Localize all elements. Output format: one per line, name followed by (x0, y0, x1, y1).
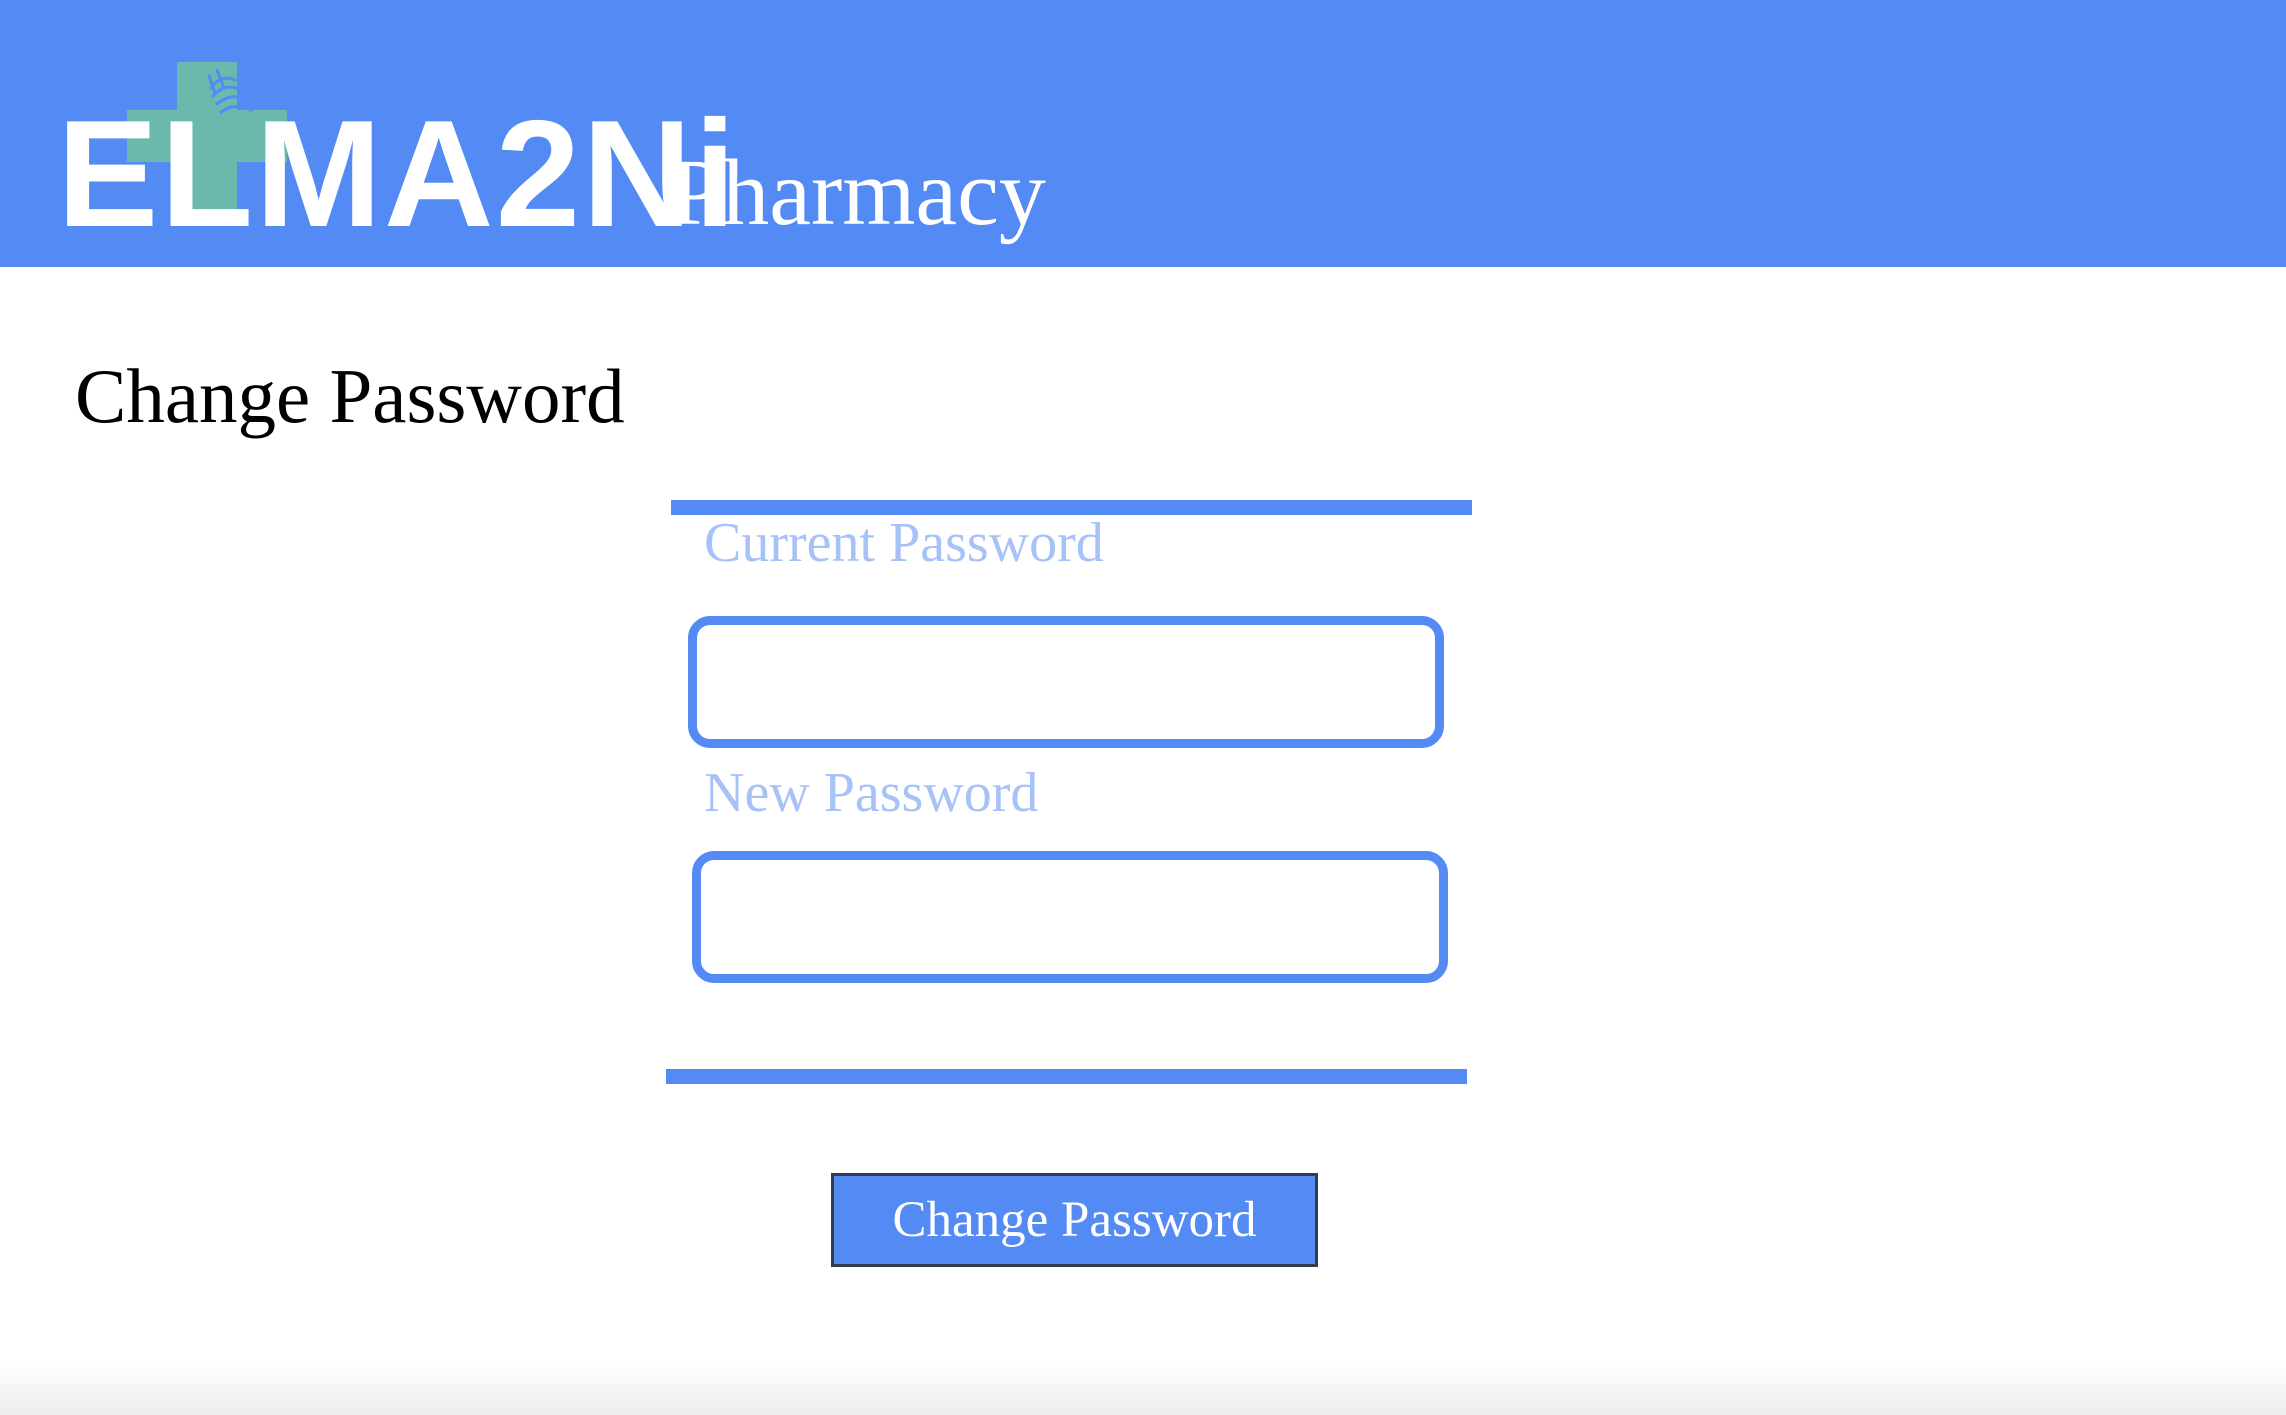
page-bottom-shade (0, 1360, 2286, 1415)
form-bottom-divider (666, 1069, 1467, 1084)
current-password-input[interactable] (688, 616, 1444, 748)
new-password-label: New Password (704, 762, 1039, 824)
site-logo[interactable]: ELMA2Ni (57, 58, 736, 250)
change-password-button[interactable]: Change Password (831, 1173, 1318, 1267)
current-password-label: Current Password (704, 512, 1104, 574)
site-header: ELMA2Ni Pharmacy (0, 0, 2286, 267)
page-title: Change Password (75, 353, 625, 439)
brand-subtitle: Pharmacy (670, 141, 1046, 245)
new-password-input[interactable] (692, 851, 1448, 983)
logo-wordmark: ELMA2Ni (57, 89, 739, 259)
